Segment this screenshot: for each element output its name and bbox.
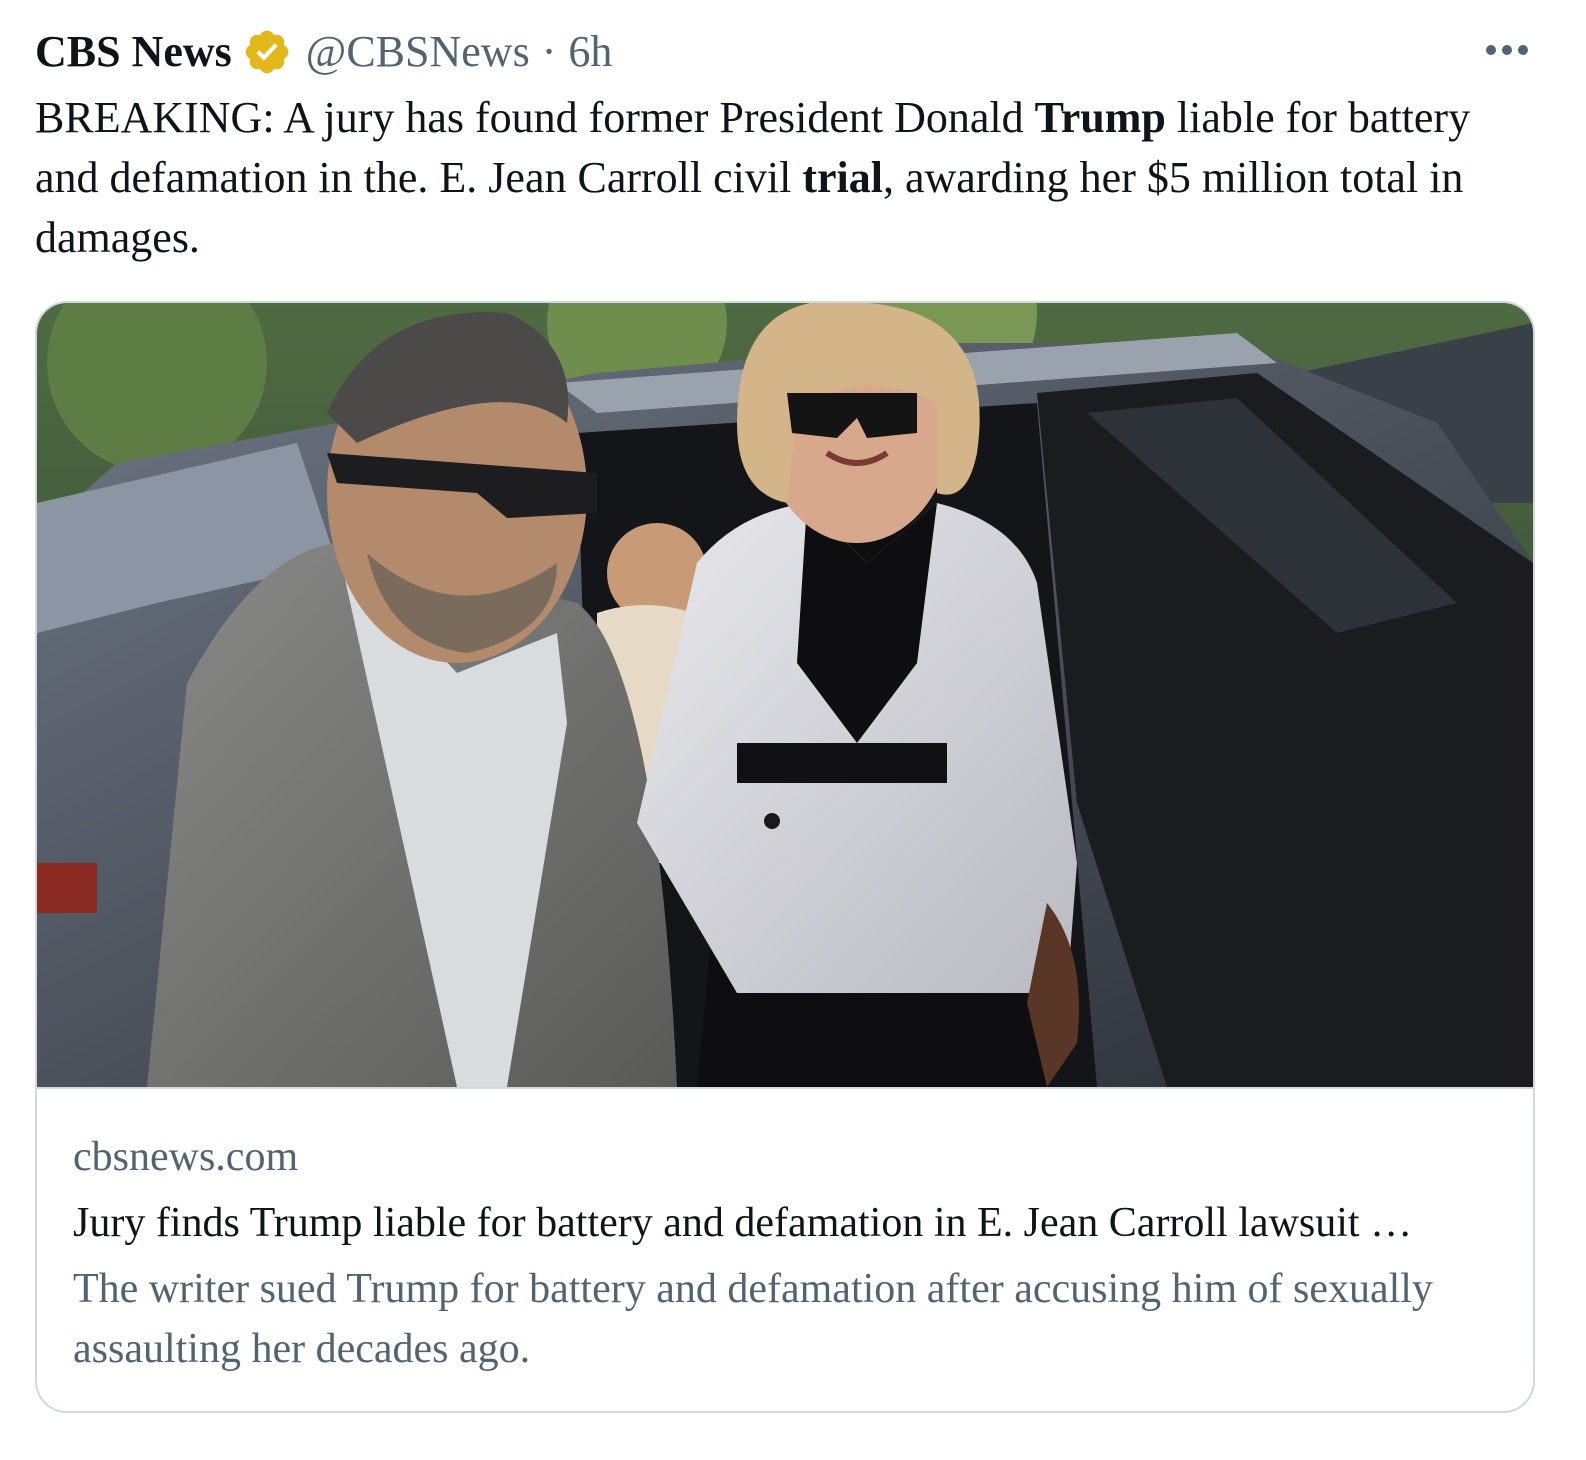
card-title: Jury finds Trump liable for battery and …: [73, 1200, 1413, 1246]
tweet[interactable]: CBS News @CBSNews · 6h BREAKING: A jury …: [0, 0, 1586, 1460]
separator-dot: ·: [541, 27, 557, 76]
link-preview-card[interactable]: cbsnews.com Jury finds Trump liable for …: [35, 301, 1535, 1413]
more-options-icon[interactable]: [1484, 36, 1530, 64]
tweet-text-part1: BREAKING: A jury has found former Presid…: [35, 93, 1035, 142]
verified-badge-icon[interactable]: [242, 27, 292, 77]
author-display-name[interactable]: CBS News: [35, 24, 232, 80]
card-image[interactable]: [37, 303, 1533, 1089]
card-description: The writer sued Trump for battery and de…: [73, 1266, 1433, 1372]
tweet-text-bold-trump[interactable]: Trump: [1035, 93, 1166, 142]
news-photo-illustration: [37, 303, 1533, 1087]
tweet-text-bold-trial[interactable]: trial: [802, 153, 883, 202]
author-handle[interactable]: @CBSNews: [306, 24, 530, 80]
tweet-header: CBS News @CBSNews · 6h: [35, 24, 612, 80]
tweet-timestamp[interactable]: 6h: [568, 24, 612, 80]
card-domain: cbsnews.com: [73, 1134, 299, 1180]
tweet-text: BREAKING: A jury has found former Presid…: [35, 88, 1535, 268]
